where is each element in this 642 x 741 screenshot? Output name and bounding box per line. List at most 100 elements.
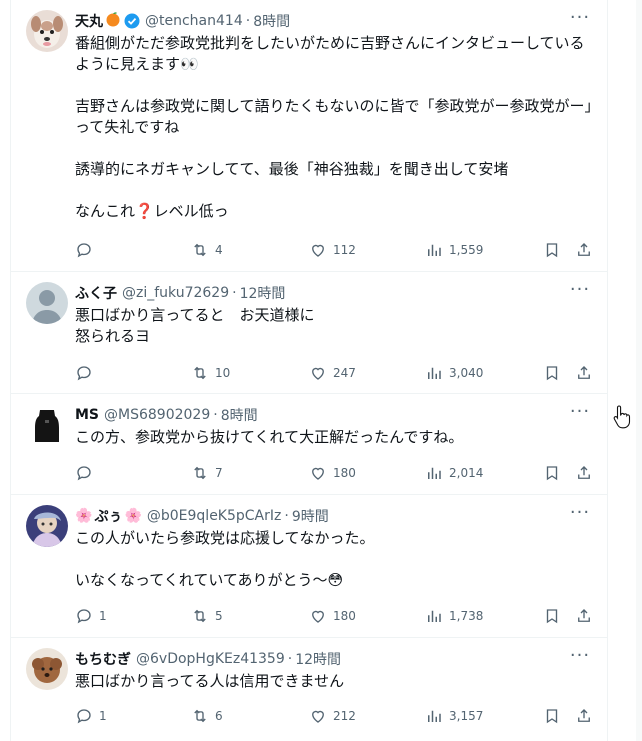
bookmark-button[interactable] bbox=[543, 707, 561, 725]
timestamp[interactable]: 8時間 bbox=[253, 11, 290, 31]
like-button[interactable]: 247 bbox=[309, 364, 356, 382]
separator-dot: · bbox=[245, 13, 251, 29]
reply-count: 1 bbox=[99, 709, 107, 723]
separator-dot: · bbox=[232, 285, 237, 301]
tweet-card[interactable]: 天丸 @tenchan414 · 8時間 ··· 番組側がただ参政党批判をしたい… bbox=[11, 0, 607, 272]
tweet-card[interactable]: もちむぎ @6vDopHgKEz41359 · 12時間 ··· 悪口ばかり言っ… bbox=[11, 638, 607, 741]
share-icon bbox=[578, 366, 590, 379]
action-bar: 1 6 212 3,157 bbox=[75, 705, 593, 727]
tweet-card[interactable]: MS @MS68902029 · 8時間 ··· この方、参政党から抜けてくれて… bbox=[11, 394, 607, 495]
timestamp[interactable]: 12時間 bbox=[295, 649, 341, 669]
tweet-card[interactable]: ふく子 @zi_fuku72629 · 12時間 ··· 悪口ばかり言ってると … bbox=[11, 272, 607, 394]
like-icon bbox=[312, 244, 324, 257]
avatar[interactable] bbox=[26, 282, 68, 324]
timestamp[interactable]: 8時間 bbox=[221, 405, 258, 425]
views-button[interactable]: 1,738 bbox=[425, 607, 483, 625]
retweet-icon bbox=[194, 366, 206, 380]
share-button[interactable] bbox=[575, 707, 593, 725]
reply-icon bbox=[77, 366, 91, 381]
more-icon[interactable]: ··· bbox=[567, 403, 593, 426]
more-icon[interactable]: ··· bbox=[567, 9, 593, 32]
reply-button[interactable] bbox=[75, 241, 99, 259]
tweet-card[interactable]: 🌸 ぷぅ 🌸 @b0E9qleK5pCArIz · 9時間 ··· この人がいた… bbox=[11, 495, 607, 638]
tweet-text: 番組側がただ参政党批判をしたいがために吉野さんにインタビューしている ように見え… bbox=[75, 33, 600, 222]
avatar[interactable] bbox=[26, 505, 68, 547]
name-prefix-emoji: 🌸 bbox=[75, 508, 93, 524]
display-name[interactable]: MS bbox=[75, 407, 99, 423]
avatar-poodle-icon bbox=[26, 648, 68, 690]
text-line: 誘導的にネガキャンしてて、最後「神谷独裁」を聞き出して安堵 bbox=[75, 160, 509, 178]
like-count: 112 bbox=[333, 243, 356, 257]
bookmark-button[interactable] bbox=[543, 364, 561, 382]
reply-button[interactable] bbox=[75, 464, 99, 482]
like-icon bbox=[312, 710, 324, 723]
views-icon bbox=[428, 610, 441, 622]
display-name[interactable]: もちむぎ bbox=[75, 649, 131, 669]
text-line: って失礼ですね bbox=[75, 118, 180, 136]
retweet-button[interactable]: 4 bbox=[191, 241, 223, 259]
like-button[interactable]: 180 bbox=[309, 464, 356, 482]
avatar[interactable] bbox=[26, 10, 68, 52]
display-name[interactable]: ふく子 bbox=[75, 283, 117, 303]
avatar[interactable] bbox=[26, 648, 68, 690]
more-icon[interactable]: ··· bbox=[567, 281, 593, 304]
views-button[interactable]: 3,157 bbox=[425, 707, 483, 725]
reply-count: 1 bbox=[99, 609, 107, 623]
reply-button[interactable]: 1 bbox=[75, 707, 107, 725]
share-button[interactable] bbox=[575, 364, 593, 382]
avatar[interactable] bbox=[26, 404, 68, 446]
scrollbar-track[interactable] bbox=[636, 0, 642, 741]
share-button[interactable] bbox=[575, 607, 593, 625]
views-button[interactable]: 1,559 bbox=[425, 241, 483, 259]
retweet-count: 5 bbox=[215, 609, 223, 623]
handle[interactable]: @tenchan414 bbox=[145, 13, 243, 29]
text-line: 悪口ばかり言ってると お天道様に bbox=[75, 306, 315, 324]
bookmark-icon bbox=[546, 609, 558, 624]
bookmark-button[interactable] bbox=[543, 607, 561, 625]
views-button[interactable]: 3,040 bbox=[425, 364, 483, 382]
retweet-count: 6 bbox=[215, 709, 223, 723]
timestamp[interactable]: 9時間 bbox=[292, 506, 329, 526]
handle[interactable]: @6vDopHgKEz41359 bbox=[136, 651, 285, 667]
like-button[interactable]: 212 bbox=[309, 707, 356, 725]
share-button[interactable] bbox=[575, 464, 593, 482]
text-line: なんこれ❓レベル低っ bbox=[75, 202, 229, 220]
retweet-button[interactable]: 7 bbox=[191, 464, 223, 482]
tweet-text: 悪口ばかり言ってる人は信用できません bbox=[75, 671, 593, 692]
retweet-icon bbox=[194, 243, 206, 257]
view-count: 1,738 bbox=[449, 609, 484, 623]
timestamp[interactable]: 12時間 bbox=[240, 283, 286, 303]
retweet-count: 4 bbox=[215, 243, 223, 257]
separator-dot: · bbox=[284, 508, 289, 524]
like-button[interactable]: 180 bbox=[309, 607, 356, 625]
handle[interactable]: @zi_fuku72629 bbox=[122, 285, 229, 301]
handle[interactable]: @MS68902029 bbox=[104, 407, 210, 423]
retweet-count: 10 bbox=[215, 366, 231, 380]
view-count: 2,014 bbox=[449, 466, 484, 480]
views-button[interactable]: 2,014 bbox=[425, 464, 483, 482]
retweet-button[interactable]: 10 bbox=[191, 364, 230, 382]
more-icon[interactable]: ··· bbox=[567, 504, 593, 527]
more-icon[interactable]: ··· bbox=[567, 647, 593, 670]
like-count: 212 bbox=[333, 709, 356, 723]
text-line: 番組側がただ参政党批判をしたいがために吉野さんにインタビューしている bbox=[75, 34, 585, 52]
reply-button[interactable]: 1 bbox=[75, 607, 107, 625]
retweet-button[interactable]: 6 bbox=[191, 707, 223, 725]
tweet-header: 天丸 @tenchan414 · 8時間 bbox=[75, 10, 593, 32]
action-bar: 1 5 180 1,738 bbox=[75, 605, 593, 627]
orange-emoji-icon bbox=[105, 11, 121, 31]
bookmark-button[interactable] bbox=[543, 241, 561, 259]
retweet-button[interactable]: 5 bbox=[191, 607, 223, 625]
reply-button[interactable] bbox=[75, 364, 99, 382]
like-icon bbox=[312, 467, 324, 480]
like-count: 180 bbox=[333, 609, 356, 623]
share-button[interactable] bbox=[575, 241, 593, 259]
bookmark-button[interactable] bbox=[543, 464, 561, 482]
like-button[interactable]: 112 bbox=[309, 241, 356, 259]
bookmark-icon bbox=[546, 366, 558, 381]
handle[interactable]: @b0E9qleK5pCArIz bbox=[147, 508, 282, 524]
views-icon bbox=[428, 244, 441, 256]
display-name[interactable]: 天丸 bbox=[75, 11, 103, 31]
display-name[interactable]: ぷぅ bbox=[94, 506, 122, 526]
